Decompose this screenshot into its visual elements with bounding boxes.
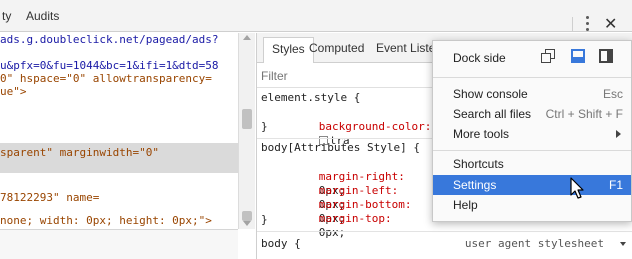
rule-selector-body[interactable]: body { <box>261 237 301 251</box>
close-icon[interactable]: ✕ <box>604 14 617 33</box>
filter-input[interactable] <box>261 68 421 84</box>
menu-item-label: Settings <box>453 178 497 192</box>
dock-to-bottom-icon[interactable] <box>571 49 585 63</box>
submenu-arrow-icon <box>616 130 621 138</box>
dom-line[interactable]: u&pfx=0&fu=1044&bc=1&ifi=1&dtd=58 <box>0 59 219 73</box>
dom-line[interactable]: ads.g.doubleclick.net/pagead/ads? <box>0 33 219 47</box>
menu-divider <box>433 150 631 151</box>
tab-event-listeners[interactable]: Event Liste <box>376 41 435 55</box>
devtools-main-menu: Dock side Show console Esc Search all fi… <box>432 40 632 222</box>
tab-computed[interactable]: Computed <box>309 41 364 55</box>
menu-item-help[interactable]: Help <box>433 195 631 215</box>
chevron-down-icon[interactable] <box>620 242 626 246</box>
dom-line-selected[interactable]: sparent" marginwidth="0" <box>0 146 159 160</box>
elements-dom-tree[interactable]: ads.g.doubleclick.net/pagead/ads? u&pfx=… <box>0 33 238 229</box>
dom-line[interactable]: none; width: 0px; height: 0px;"> <box>0 214 212 228</box>
dom-tree-scrollbar[interactable] <box>238 33 255 229</box>
scroll-thumb[interactable] <box>242 109 252 129</box>
style-declaration[interactable]: margin-right: 0px; <box>279 156 405 197</box>
tab-audits[interactable]: Audits <box>26 9 59 23</box>
menu-item-label: More tools <box>453 127 510 141</box>
toolbar-divider <box>572 17 573 31</box>
menu-item-label: Help <box>453 198 478 212</box>
user-agent-stylesheet-link[interactable]: user agent stylesheet <box>465 237 604 250</box>
rule-divider <box>257 231 632 232</box>
property-value[interactable]: 0px; <box>319 226 346 239</box>
menu-item-more-tools[interactable]: More tools <box>433 124 631 144</box>
menu-item-label: Shortcuts <box>453 157 504 171</box>
dock-to-right-icon[interactable] <box>599 49 613 63</box>
scroll-thumb-secondary[interactable] <box>242 211 252 221</box>
breadcrumb-bar <box>0 229 238 259</box>
rule-close-brace: } <box>261 213 268 226</box>
menu-item-shortcuts[interactable]: Shortcuts <box>433 154 631 174</box>
style-declaration[interactable]: background-color: tra <box>279 106 431 147</box>
menu-item-show-console[interactable]: Show console Esc <box>433 84 631 104</box>
tab-security-partial[interactable]: ty <box>2 9 11 23</box>
devtools-top-tabbar: ty Audits <box>0 0 632 32</box>
menu-item-label: Show console <box>453 87 528 101</box>
style-declaration[interactable]: margin-bottom: 0px; <box>279 184 412 225</box>
menu-item-shortcut: F1 <box>608 178 623 192</box>
menu-item-label: Search all files <box>453 107 532 121</box>
customize-menu-icon[interactable] <box>586 16 590 32</box>
menu-divider <box>433 77 631 78</box>
dock-side-label: Dock side <box>453 51 506 65</box>
dom-line[interactable]: 0" hspace="0" allowtransparency= <box>0 72 212 86</box>
dom-line[interactable]: ue"> <box>0 85 27 99</box>
rule-selector-attributes-style[interactable]: body[Attributes Style] { <box>261 141 420 155</box>
menu-item-shortcut: Ctrl + Shift + F <box>545 107 623 121</box>
dock-side-options <box>541 49 621 65</box>
scroll-up-icon[interactable] <box>243 35 251 40</box>
menu-item-search-all-files[interactable]: Search all files Ctrl + Shift + F <box>433 104 631 124</box>
rule-close-brace: } <box>261 120 268 133</box>
menu-item-settings[interactable]: Settings F1 <box>433 175 631 195</box>
style-declaration[interactable]: margin-top: 0px; <box>279 198 392 239</box>
undock-window-icon[interactable] <box>541 49 555 63</box>
mouse-pointer-icon <box>570 177 584 199</box>
style-declaration[interactable]: margin-left: 0px; <box>279 170 398 211</box>
tab-styles[interactable]: Styles <box>263 37 314 63</box>
property-name[interactable]: margin-top: <box>319 212 392 225</box>
dom-line[interactable]: 78122293" name= <box>0 191 99 205</box>
menu-item-shortcut: Esc <box>602 87 623 101</box>
scroll-down-icon[interactable] <box>243 221 251 226</box>
property-name[interactable]: background-color: <box>319 120 432 133</box>
rule-selector-element-style[interactable]: element.style { <box>261 91 360 105</box>
